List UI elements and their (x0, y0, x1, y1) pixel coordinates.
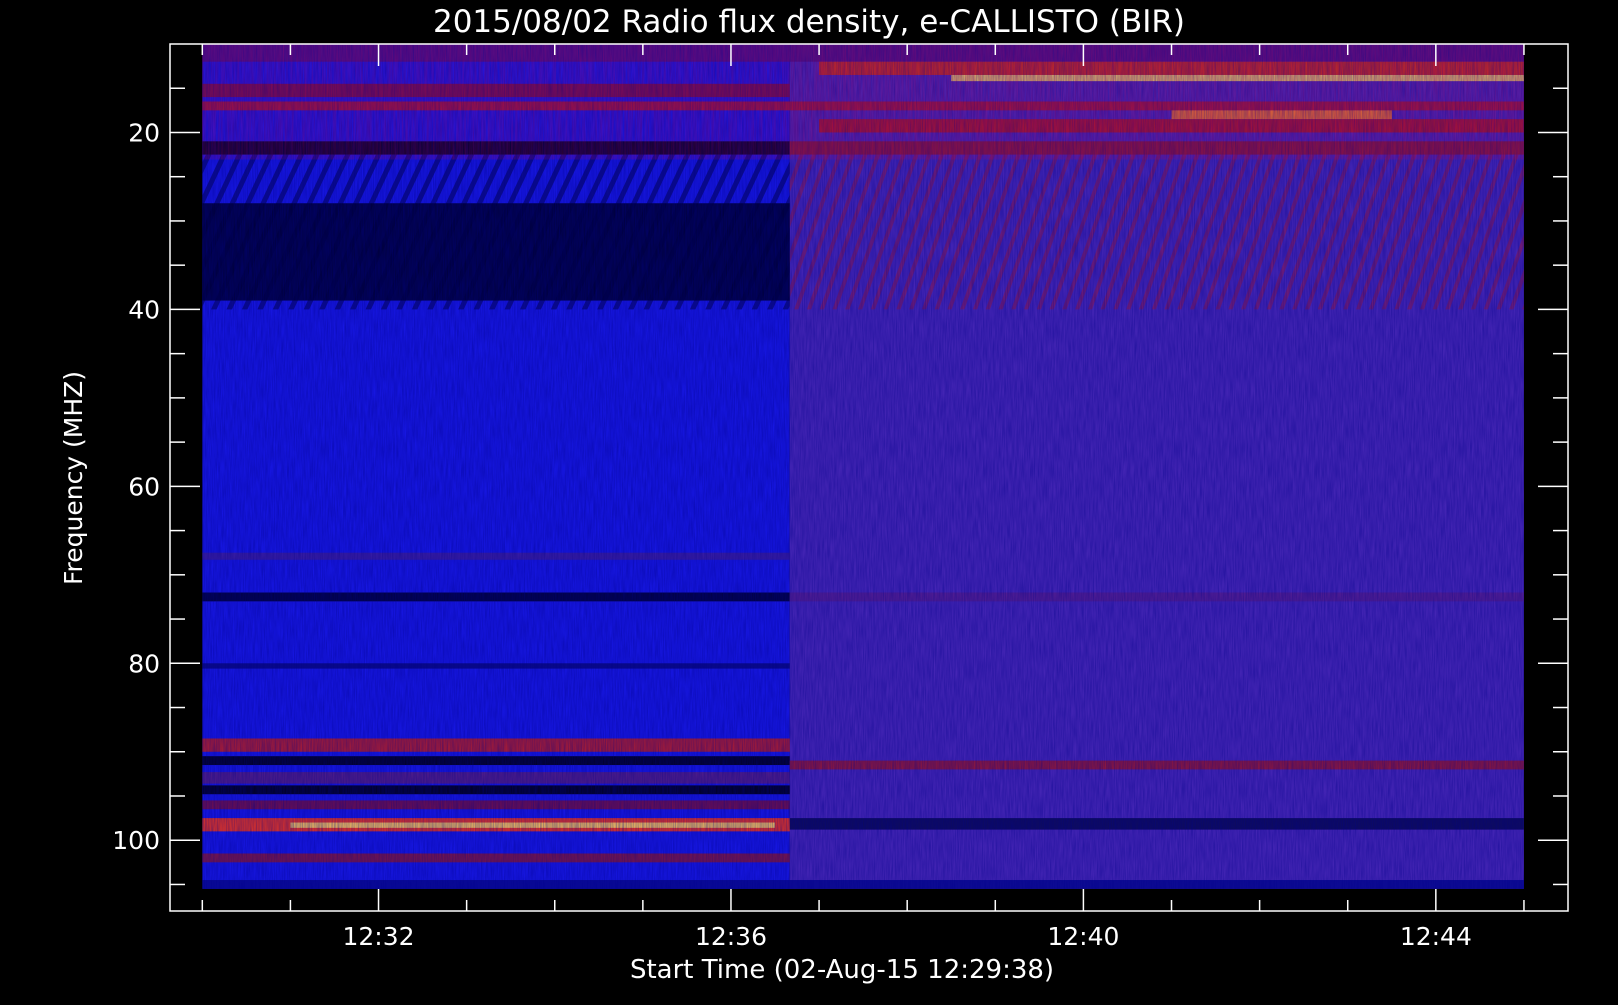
y-tick-label-1: 40 (128, 295, 160, 324)
noise-overlay-1 (202, 44, 1524, 889)
y-tick-label-0: 20 (128, 118, 160, 147)
x-tick-label-2: 12:40 (1047, 922, 1119, 951)
y-tick-label-3: 80 (128, 649, 160, 678)
y-tick-label-4: 100 (112, 826, 160, 855)
y-axis-label: Frequency (MHZ) (59, 371, 88, 585)
x-tick-label-0: 12:32 (343, 922, 415, 951)
chart-title: 2015/08/02 Radio flux density, e-CALLIST… (433, 4, 1185, 40)
spectrogram-noise-texture (202, 44, 1524, 889)
spectrogram-chart: 2015/08/02 Radio flux density, e-CALLIST… (0, 0, 1618, 1000)
x-tick-label-1: 12:36 (695, 922, 767, 951)
noise-overlay-2 (202, 44, 1524, 160)
y-tick-label-2: 60 (128, 472, 160, 501)
x-axis-label: Start Time (02-Aug-15 12:29:38) (630, 955, 1054, 985)
spectrogram-svg: 2015/08/02 Radio flux density, e-CALLIST… (59, 4, 1569, 985)
x-tick-label-3: 12:44 (1400, 922, 1472, 951)
